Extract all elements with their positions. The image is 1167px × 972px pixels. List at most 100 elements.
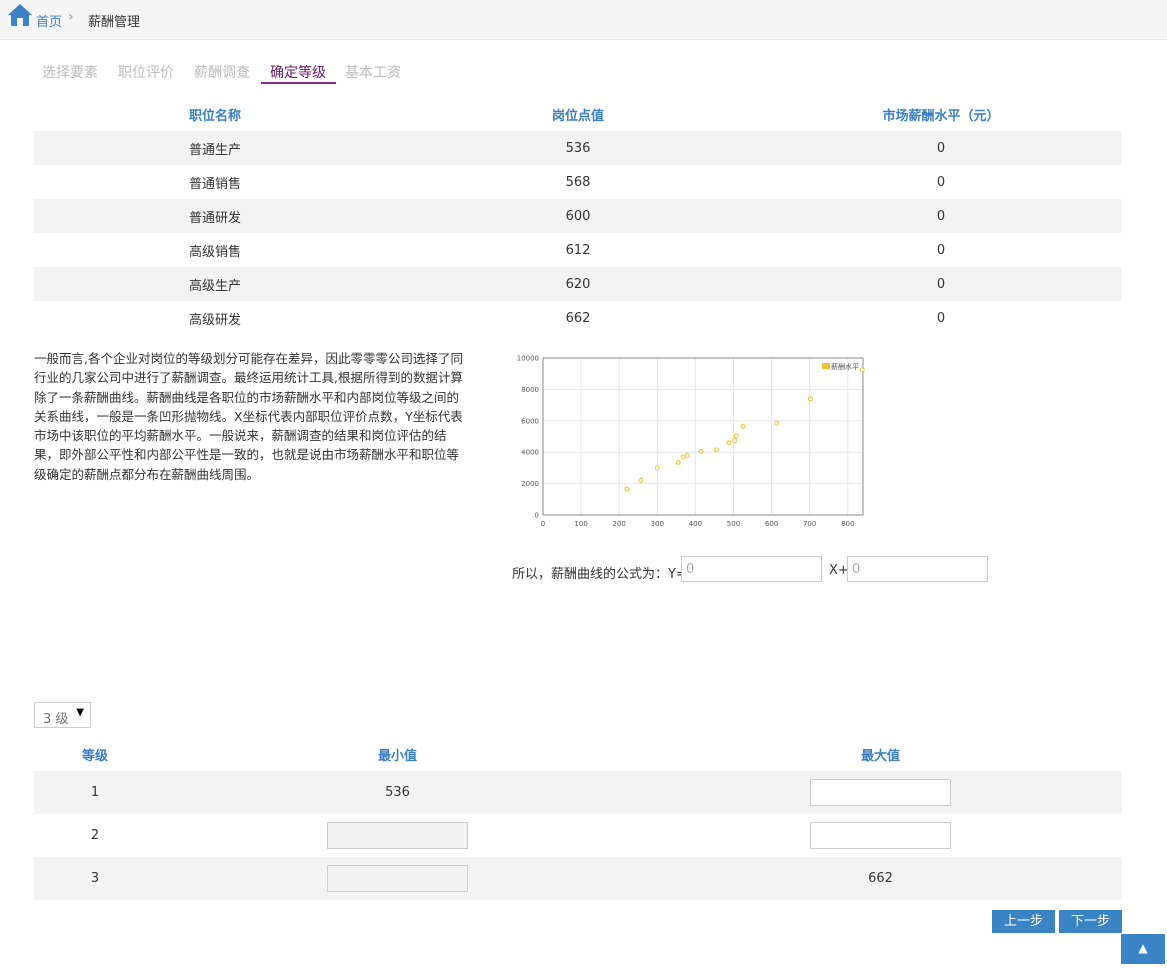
column-header: 岗位点值 <box>551 108 604 124</box>
table-row: 2 <box>34 814 1122 857</box>
data-point <box>675 459 681 465</box>
job-name: 普通研发 <box>34 199 396 233</box>
x-tick-label: 400 <box>689 520 702 528</box>
table-row: 高级销售 612 0 <box>34 233 1122 267</box>
data-point <box>733 433 739 439</box>
market-salary: 0 <box>760 267 1122 301</box>
data-point <box>684 452 690 458</box>
grade-min-input[interactable] <box>327 865 468 892</box>
breadcrumb-home-link[interactable]: 首页 <box>36 11 62 30</box>
market-salary: 0 <box>936 310 946 326</box>
legend-label: 薪酬水平 <box>831 362 859 371</box>
y-tick-label: 8000 <box>521 386 539 394</box>
tab-determine-grade[interactable]: 确定等级 <box>270 62 326 82</box>
breadcrumb-separator: › <box>68 9 74 25</box>
table-row: 普通研发 600 0 <box>34 199 1122 233</box>
tab-job-evaluation[interactable]: 职位评价 <box>118 62 174 82</box>
x-tick-label: 700 <box>803 520 816 528</box>
constant-input[interactable] <box>847 556 988 582</box>
formula-label: 所以，薪酬曲线的公式为：Y= <box>512 567 687 582</box>
job-name: 高级研发 <box>188 312 241 328</box>
next-step-button[interactable]: 下一步 <box>1059 910 1122 933</box>
grade-count-select[interactable]: 3 级 ▼ <box>34 702 91 728</box>
grade-count-value: 3 级 <box>43 712 69 727</box>
job-name: 高级销售 <box>188 244 241 260</box>
grade-min-input[interactable] <box>327 822 468 849</box>
job-name: 普通销售 <box>188 176 241 192</box>
table-header-row: 职位名称 岗位点值 市场薪酬水平（元） <box>34 97 1122 131</box>
x-tick-label: 800 <box>841 520 854 528</box>
table-row: 3 662 <box>34 857 1122 900</box>
x-tick-label: 600 <box>765 520 778 528</box>
grade-level: 2 <box>90 828 100 843</box>
chevron-down-icon: ▼ <box>76 707 84 718</box>
market-salary: 0 <box>760 131 1122 165</box>
grade-level: 1 <box>34 771 156 814</box>
active-tab-underline <box>261 82 336 84</box>
job-points: 620 <box>396 267 760 301</box>
breadcrumb-bar: 首页 › 薪酬管理 <box>0 0 1167 40</box>
coefficient-input[interactable] <box>681 556 822 582</box>
data-point <box>713 447 719 453</box>
table-row: 高级研发 662 0 <box>34 301 1122 335</box>
market-salary: 0 <box>936 174 946 190</box>
job-table: 职位名称 岗位点值 市场薪酬水平（元） 普通生产 536 0 普通销售 568 … <box>34 97 1122 335</box>
data-point <box>774 420 780 426</box>
tab-base-salary[interactable]: 基本工资 <box>345 62 401 82</box>
y-tick-label: 4000 <box>521 449 539 457</box>
market-salary: 0 <box>760 199 1122 233</box>
x-tick-label: 200 <box>613 520 626 528</box>
salary-scatter-chart: 0 100 200 300 400 500 600 700 800020004000600080… <box>517 355 865 528</box>
table-row: 1 536 <box>34 771 1122 814</box>
grade-min: 536 <box>156 771 639 814</box>
table-row: 普通生产 536 0 <box>34 131 1122 165</box>
salary-curve-description: 一般而言,各个企业对岗位的等级划分可能存在差异，因此零零零公司选择了同行业的几家… <box>34 351 463 482</box>
tab-salary-survey[interactable]: 薪酬调查 <box>194 62 250 82</box>
data-point <box>740 423 746 429</box>
y-tick-label: 10000 <box>517 355 539 363</box>
grade-level: 3 <box>34 857 156 900</box>
x-tick-label: 0 <box>541 520 545 528</box>
table-header-row: 等级 最小值 最大值 <box>34 737 1122 771</box>
data-point <box>654 465 660 471</box>
column-header: 最大值 <box>860 748 900 764</box>
data-point <box>698 448 704 454</box>
breadcrumb-current: 薪酬管理 <box>88 15 141 30</box>
table-row: 高级生产 620 0 <box>34 267 1122 301</box>
plot-border <box>542 357 864 516</box>
grade-max: 662 <box>639 857 1122 900</box>
prev-step-button[interactable]: 上一步 <box>992 910 1055 933</box>
grade-max-input[interactable] <box>810 779 951 806</box>
job-points: 536 <box>396 131 760 165</box>
x-tick-label: 500 <box>727 520 740 528</box>
back-to-top-button[interactable]: ▲ <box>1121 934 1165 964</box>
x-tick-label: 300 <box>651 520 664 528</box>
data-point <box>859 367 865 373</box>
data-point <box>624 486 630 492</box>
job-points: 612 <box>565 242 591 258</box>
job-points: 600 <box>396 199 760 233</box>
data-point <box>807 396 813 402</box>
y-tick-label: 6000 <box>521 417 539 425</box>
column-header: 市场薪酬水平（元） <box>882 108 1000 124</box>
y-tick-label: 2000 <box>521 480 539 488</box>
grade-table: 等级 最小值 最大值 1 536 2 3 662 <box>34 737 1122 900</box>
x-tick-label: 100 <box>574 520 587 528</box>
tab-select-factors[interactable]: 选择要素 <box>42 62 98 82</box>
data-point <box>638 477 644 483</box>
legend-swatch <box>822 363 830 369</box>
formula-x-label: X+ <box>829 563 849 578</box>
job-name: 高级生产 <box>34 267 396 301</box>
job-name: 普通生产 <box>34 131 396 165</box>
home-icon[interactable] <box>7 3 33 27</box>
data-point <box>732 437 738 443</box>
data-point <box>726 440 732 446</box>
job-points: 662 <box>565 310 591 326</box>
column-header: 职位名称 <box>188 108 241 124</box>
column-header: 等级 <box>81 748 108 764</box>
y-tick-label: 0 <box>535 512 539 520</box>
table-row: 普通销售 568 0 <box>34 165 1122 199</box>
column-header: 最小值 <box>377 748 417 764</box>
grade-max-input[interactable] <box>810 822 951 849</box>
market-salary: 0 <box>936 242 946 258</box>
